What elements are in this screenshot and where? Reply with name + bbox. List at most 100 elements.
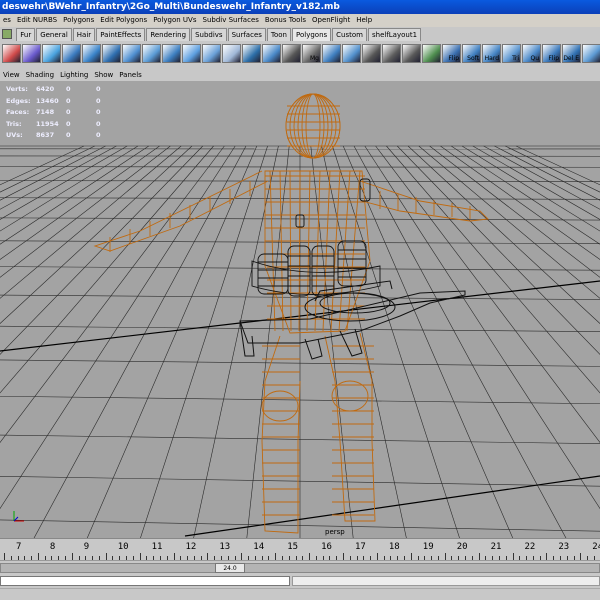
current-frame-field[interactable]: 24.0	[215, 563, 245, 573]
timeline-tick-label: 24	[592, 542, 600, 552]
timeline-tickmark	[105, 553, 107, 560]
shelf-tab[interactable]: Fur	[16, 28, 36, 41]
head-wire	[305, 93, 321, 159]
shelf-tab[interactable]: PaintEffects	[96, 28, 146, 41]
hud-row: UVs: 8637 0 0	[6, 130, 108, 142]
menu-item[interactable]: OpenFlight	[309, 14, 353, 27]
shelf-icon-label: Del E	[563, 54, 579, 62]
soft-icon[interactable]: Soft	[462, 43, 481, 63]
grid-line	[33, 145, 247, 538]
menu-item[interactable]: Edit NURBS	[14, 14, 60, 27]
quad-icon[interactable]: Qu	[522, 43, 541, 63]
menu-item[interactable]: Bonus Tools	[262, 14, 309, 27]
separate-icon[interactable]	[342, 43, 361, 63]
shelf-tab[interactable]: Polygons	[292, 28, 332, 41]
timeline-tick-label: 15	[287, 542, 299, 552]
checker-icon[interactable]	[362, 43, 381, 63]
menu-item[interactable]: Subdiv Surfaces	[200, 14, 262, 27]
camera-label: persp	[325, 528, 345, 536]
shelf-tab[interactable]: Custom	[332, 28, 367, 41]
grid-line	[494, 145, 600, 201]
grid-line	[505, 145, 600, 193]
hud-label: Faces:	[6, 108, 30, 116]
cube-icon[interactable]	[2, 43, 21, 63]
grid-line	[353, 145, 567, 538]
extrude-icon[interactable]	[142, 43, 161, 63]
triangulate-icon[interactable]: Tri	[502, 43, 521, 63]
checker-icon[interactable]: Mg	[302, 43, 321, 63]
bridge-icon[interactable]	[262, 43, 281, 63]
perspective-viewport[interactable]: Verts: 6420 0 0 Edges: 13460 0 0 Faces: 7148 0 0 Tri…	[0, 81, 600, 538]
shelf-tab[interactable]: Hair	[72, 28, 96, 41]
range-slider[interactable]: 24.0	[0, 560, 600, 574]
shelf-menu-icon[interactable]	[2, 29, 12, 39]
timeline-tickmark	[275, 553, 277, 560]
right-arm-wire	[359, 180, 489, 222]
menu-item[interactable]: Help	[353, 14, 375, 27]
menu-item[interactable]: es	[0, 14, 14, 27]
timeline-tickmark	[444, 553, 446, 560]
panel-menu-item[interactable]: Lighting	[57, 70, 91, 81]
panel-menu-item[interactable]: Show	[91, 70, 116, 81]
grid-line	[375, 145, 600, 443]
menu-item[interactable]: Edit Polygons	[97, 14, 150, 27]
grid-line	[0, 145, 85, 186]
hud-v1: 6420	[36, 85, 55, 93]
hud-v1: 8637	[36, 131, 55, 139]
menu-item[interactable]: Polygons	[60, 14, 97, 27]
shelf-icon-label: Hard	[484, 54, 499, 62]
checker-icon[interactable]	[402, 43, 421, 63]
pipe-icon[interactable]	[102, 43, 121, 63]
delete-edge-icon[interactable]: Del E	[562, 43, 581, 63]
combine-icon[interactable]	[322, 43, 341, 63]
checker-icon[interactable]	[382, 43, 401, 63]
shelf-tab[interactable]: Subdivs	[191, 28, 227, 41]
menu-item[interactable]: Polygon UVs	[150, 14, 199, 27]
plane-icon[interactable]	[82, 43, 101, 63]
timeline-tick-label: 12	[185, 542, 197, 552]
range-bar[interactable]	[0, 563, 600, 573]
panel-menu-item[interactable]: Panels	[116, 70, 145, 81]
hud-row: Edges: 13460 0 0	[6, 96, 108, 108]
knee-wire	[261, 390, 299, 422]
smooth-icon[interactable]	[222, 43, 241, 63]
flip-icon[interactable]: Flip	[442, 43, 461, 63]
grid-line	[332, 145, 460, 538]
shelf-tab[interactable]: Toon	[266, 28, 291, 41]
timeline-tickmark	[580, 553, 582, 560]
panel-menu: View Shading Lighting Show Panels	[0, 70, 600, 81]
command-input[interactable]	[0, 576, 290, 586]
grid-line	[407, 145, 600, 324]
flip-edge-icon[interactable]: Flip	[542, 43, 561, 63]
panel-menu-item[interactable]: View	[0, 70, 23, 81]
bevel-icon[interactable]	[162, 43, 181, 63]
split-icon[interactable]	[202, 43, 221, 63]
torus-icon[interactable]	[122, 43, 141, 63]
timeline-tickmark	[512, 553, 514, 560]
hud-v2: 0	[66, 85, 71, 93]
help-line	[0, 588, 600, 600]
misc-icon[interactable]	[582, 43, 600, 63]
grid-icon[interactable]	[422, 43, 441, 63]
torso-wire	[322, 170, 331, 332]
grid-line	[321, 145, 407, 538]
merge-icon[interactable]	[182, 43, 201, 63]
time-slider[interactable]: 7 8 9 10 11 12 13 14 15 16 17 18 19 20 21 22 23 24	[0, 538, 600, 560]
grid-line	[386, 145, 600, 394]
shelf-tab[interactable]: shelfLayout1	[367, 28, 422, 41]
timeline-tickmark	[376, 553, 378, 560]
wedge-icon[interactable]	[242, 43, 261, 63]
shelf-tab[interactable]: Rendering	[146, 28, 191, 41]
panel-menu-item[interactable]: Shading	[23, 70, 57, 81]
shelf-tab[interactable]: Surfaces	[227, 28, 266, 41]
hud-v2: 0	[66, 96, 71, 105]
timeline-tick-label: 10	[117, 542, 129, 552]
shelf-tab[interactable]: General	[36, 28, 72, 41]
checker-icon[interactable]	[282, 43, 301, 63]
sphere-icon[interactable]	[42, 43, 61, 63]
grid-line	[310, 145, 354, 538]
cylinder-icon[interactable]	[62, 43, 81, 63]
cube-solid-icon[interactable]	[22, 43, 41, 63]
hard-icon[interactable]: Hard	[482, 43, 501, 63]
grid-line	[396, 145, 600, 355]
